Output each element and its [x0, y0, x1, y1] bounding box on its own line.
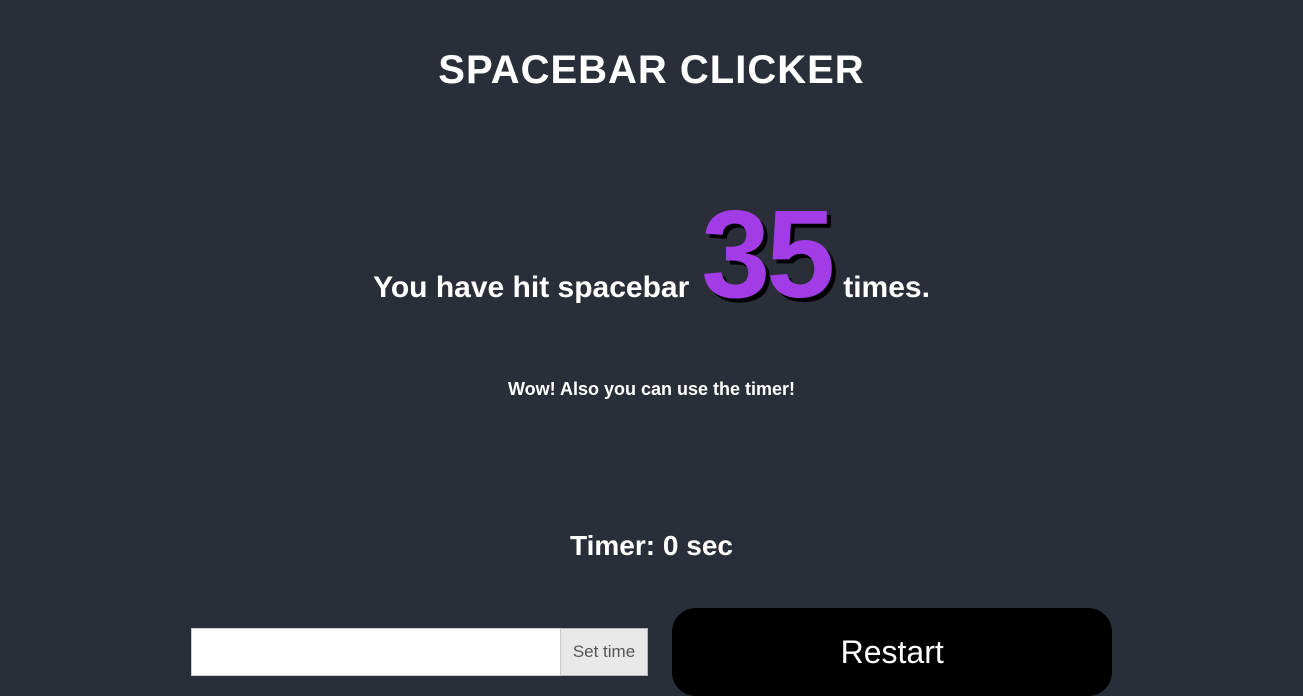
page-title: SPACEBAR CLICKER — [438, 48, 864, 93]
hint-text: Wow! Also you can use the timer! — [508, 379, 795, 400]
time-input-group: Set time — [191, 628, 648, 676]
restart-button[interactable]: Restart — [672, 608, 1112, 696]
counter-suffix: times. — [843, 271, 930, 305]
timer-display: Timer: 0 sec — [570, 530, 733, 562]
counter-line: You have hit spacebar 35 times. — [373, 193, 930, 317]
main-container: SPACEBAR CLICKER You have hit spacebar 3… — [0, 0, 1303, 663]
controls-row: Set time Restart — [191, 608, 1112, 696]
counter-prefix: You have hit spacebar — [373, 271, 689, 305]
timer-value: 0 — [663, 530, 679, 561]
set-time-button[interactable]: Set time — [561, 628, 648, 676]
timer-label: Timer: — [570, 530, 655, 561]
counter-value: 35 — [701, 193, 831, 317]
time-input[interactable] — [191, 628, 561, 676]
timer-unit: sec — [686, 530, 733, 561]
